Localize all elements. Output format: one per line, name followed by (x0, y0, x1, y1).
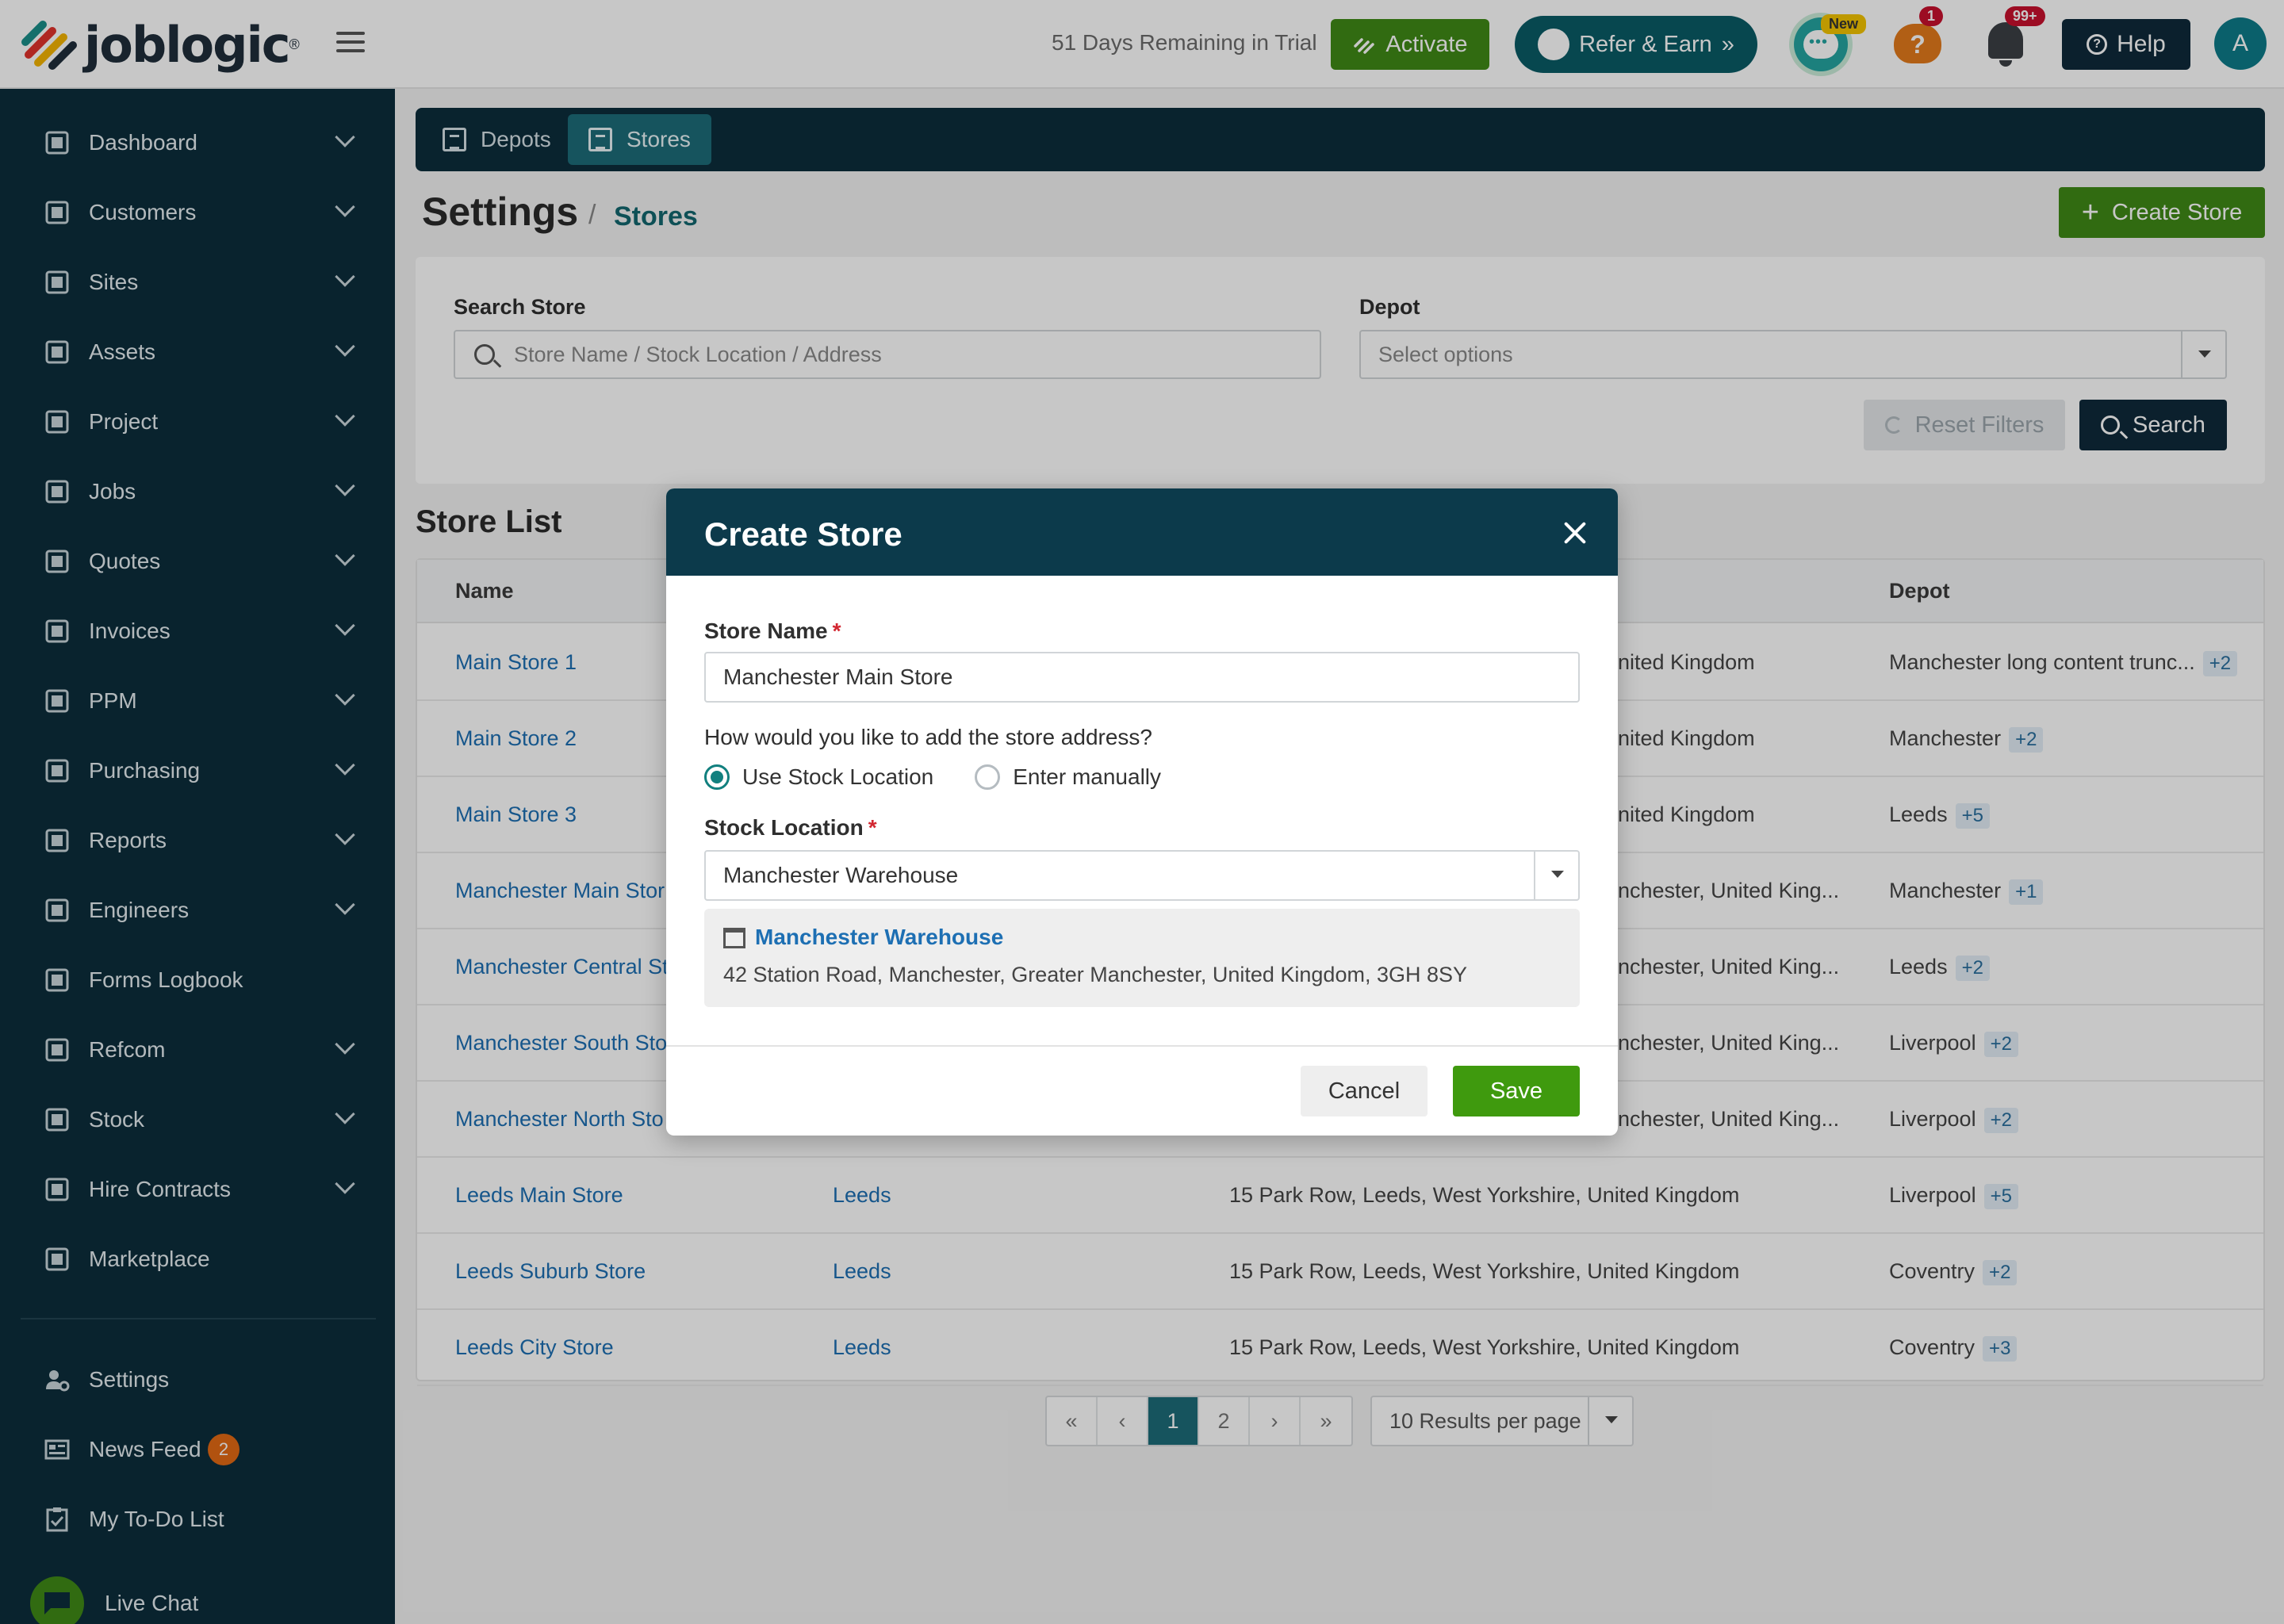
required-mark: * (868, 815, 877, 840)
close-icon[interactable] (1562, 520, 1588, 546)
required-mark: * (832, 619, 841, 643)
radio-label-manual[interactable]: Enter manually (1013, 764, 1161, 790)
store-name-value: Manchester Main Store (723, 665, 953, 689)
caret-down-icon[interactable] (1534, 852, 1578, 899)
stock-location-card: Manchester Warehouse 42 Station Road, Ma… (704, 909, 1580, 1007)
store-name-label-text: Store Name (704, 619, 828, 643)
store-name-input[interactable]: Manchester Main Store (704, 652, 1580, 703)
warehouse-icon (723, 928, 745, 948)
radio-use-stock-location[interactable] (704, 764, 730, 790)
location-card-name[interactable]: Manchester Warehouse (755, 925, 1003, 950)
modal-header: Create Store (666, 488, 1618, 576)
address-method-question: How would you like to add the store addr… (704, 725, 1152, 749)
cancel-button[interactable]: Cancel (1301, 1066, 1428, 1116)
location-card-address: 42 Station Road, Manchester, Greater Man… (723, 963, 1467, 986)
create-store-modal: Create Store Store Name * Manchester Main… (666, 488, 1618, 1136)
stock-location-label-text: Stock Location (704, 815, 864, 840)
stock-location-select[interactable]: Manchester Warehouse (704, 850, 1580, 901)
store-name-label: Store Name * (704, 619, 841, 644)
radio-label-stock[interactable]: Use Stock Location (742, 764, 933, 790)
stock-location-value: Manchester Warehouse (723, 863, 959, 887)
radio-enter-manually[interactable] (975, 764, 1001, 790)
stock-location-label: Stock Location * (704, 815, 877, 841)
modal-footer-divider (666, 1045, 1618, 1047)
address-method-radio-group: Use Stock Location Enter manually (704, 764, 1161, 790)
modal-title: Create Store (704, 515, 902, 553)
save-button[interactable]: Save (1453, 1066, 1580, 1116)
